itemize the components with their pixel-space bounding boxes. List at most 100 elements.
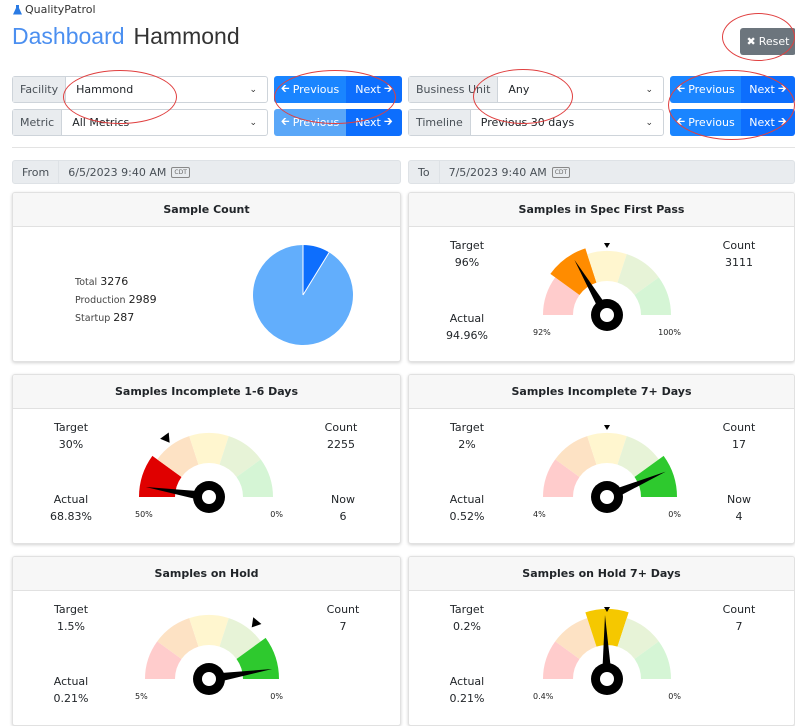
chevron-down-icon: ⌄ [645, 117, 653, 128]
spec-first-pass-card: Samples in Spec First Pass Target 96% Cou… [408, 192, 795, 362]
facility-select[interactable]: Facility Hammond ⌄ [12, 76, 268, 103]
chevron-down-icon: ⌄ [249, 84, 257, 95]
target-label: Target [53, 421, 89, 434]
arrow-right-icon: 🡲 [777, 82, 787, 95]
business-unit-select[interactable]: Business Unit Any ⌄ [408, 76, 664, 103]
actual-value: 0.21% [53, 692, 89, 705]
incomplete-1-6-card: Samples Incomplete 1-6 Days Target 30% Co… [12, 374, 401, 544]
facility-previous-button[interactable]: 🡰 Previous [274, 76, 346, 103]
facility-nav: 🡰 Previous Next 🡲 [274, 76, 402, 103]
metric-value: All Metrics [72, 116, 130, 129]
on-hold-7-card: Samples on Hold 7+ Days Target 0.2% Count… [408, 556, 795, 726]
needle-hub-center [600, 490, 614, 504]
business-unit-next-button[interactable]: Next 🡲 [741, 76, 795, 103]
brand: QualityPatrol [13, 3, 96, 16]
count-label: Count [722, 421, 756, 434]
actual-stat: Actual 0.21% [443, 673, 491, 707]
reset-button[interactable]: ✖ Reset [740, 28, 795, 55]
gauge-max-label: 0% [270, 510, 283, 519]
count-stat: Count 7 [321, 601, 365, 635]
brand-name: QualityPatrol [25, 3, 96, 16]
metric-next-button[interactable]: Next 🡲 [346, 109, 402, 136]
gauge-max-label: 0% [668, 692, 681, 701]
card-title: Samples on Hold 7+ Days [409, 557, 794, 591]
needle-hub-center [202, 490, 216, 504]
startup-label: Startup [75, 313, 111, 324]
actual-label: Actual [449, 675, 485, 688]
target-value: 30% [58, 438, 84, 451]
timeline-previous-button[interactable]: 🡰 Previous [670, 109, 741, 136]
timeline-label: Timeline [409, 110, 471, 135]
gauge-min-label: 0.4% [533, 692, 554, 701]
facility-next-button[interactable]: Next 🡲 [346, 76, 402, 103]
facility-value: Hammond [76, 83, 134, 96]
gauge-max-label: 100% [658, 328, 681, 337]
actual-label: Actual [449, 493, 485, 506]
actual-value: 0.52% [449, 510, 485, 523]
next-label: Next [749, 116, 775, 129]
count-label: Count [722, 603, 756, 616]
production-row: Production 2989 [75, 291, 157, 309]
arrow-left-icon: 🡰 [676, 115, 686, 128]
count-stat: Count 7 [717, 601, 761, 635]
timeline-nav: 🡰 Previous Next 🡲 [670, 109, 795, 136]
metric-previous-button[interactable]: 🡰 Previous [274, 109, 346, 136]
count-value: 2255 [327, 438, 355, 451]
target-marker [251, 617, 262, 628]
production-label: Production [75, 295, 126, 306]
page-title-main: Dashboard [12, 23, 125, 49]
metric-select[interactable]: Metric All Metrics ⌄ [12, 109, 268, 136]
timeline-select[interactable]: Timeline Previous 30 days ⌄ [408, 109, 664, 136]
count-value: 17 [732, 438, 746, 451]
next-label: Next [355, 83, 381, 96]
to-value: 7/5/2023 9:40 AM [448, 165, 547, 179]
business-unit-nav: 🡰 Previous Next 🡲 [670, 76, 795, 103]
card-title: Samples in Spec First Pass [409, 193, 794, 227]
target-label: Target [449, 603, 485, 616]
previous-label: Previous [688, 83, 735, 96]
previous-label: Previous [688, 116, 735, 129]
divider [12, 147, 795, 148]
target-label: Target [53, 603, 89, 616]
actual-stat: Actual 68.83% [47, 491, 95, 525]
total-value: 3276 [100, 275, 129, 288]
count-value: 7 [735, 620, 743, 633]
now-value: 6 [339, 510, 347, 523]
next-label: Next [749, 83, 775, 96]
card-title: Samples on Hold [13, 557, 400, 591]
metric-nav: 🡰 Previous Next 🡲 [274, 109, 402, 136]
now-value: 4 [735, 510, 743, 523]
business-unit-value: Any [508, 83, 530, 96]
incomplete-7-card: Samples Incomplete 7+ Days Target 2% Coun… [408, 374, 795, 544]
on-hold-card: Samples on Hold Target 1.5% Count 7 Actual… [12, 556, 401, 726]
target-value: 1.5% [57, 620, 85, 633]
target-value: 2% [458, 438, 476, 451]
chevron-down-icon: ⌄ [645, 84, 653, 95]
now-label: Now [727, 493, 751, 506]
now-stat: Now 6 [323, 491, 363, 525]
actual-label: Actual [53, 675, 89, 688]
actual-stat: Actual 94.96% [443, 310, 491, 344]
from-value: 6/5/2023 9:40 AM [68, 165, 167, 179]
target-label: Target [449, 421, 485, 434]
count-stat: Count 3111 [717, 237, 761, 271]
sample-count-pie-chart [253, 245, 353, 345]
arrow-left-icon: 🡰 [280, 115, 290, 128]
business-unit-previous-button[interactable]: 🡰 Previous [670, 76, 741, 103]
card-title: Samples Incomplete 7+ Days [409, 375, 794, 409]
page-title-facility: Hammond [133, 23, 240, 49]
gauge-max-label: 0% [668, 510, 681, 519]
needle-hub-center [600, 308, 614, 322]
timeline-next-button[interactable]: Next 🡲 [741, 109, 795, 136]
count-label: Count [324, 421, 358, 434]
reset-label: Reset [758, 35, 790, 48]
business-unit-label: Business Unit [409, 77, 499, 102]
total-label: Total [75, 277, 98, 288]
target-value: 96% [454, 256, 480, 269]
date-from: From 6/5/2023 9:40 AM CDT [12, 160, 401, 184]
arrow-right-icon: 🡲 [383, 82, 393, 95]
sample-count-list: Total 3276 Production 2989 Startup 287 [75, 273, 157, 327]
gauge-min-label: 4% [533, 510, 546, 519]
target-stat: Target 0.2% [447, 601, 487, 635]
timezone-badge: CDT [171, 166, 190, 178]
